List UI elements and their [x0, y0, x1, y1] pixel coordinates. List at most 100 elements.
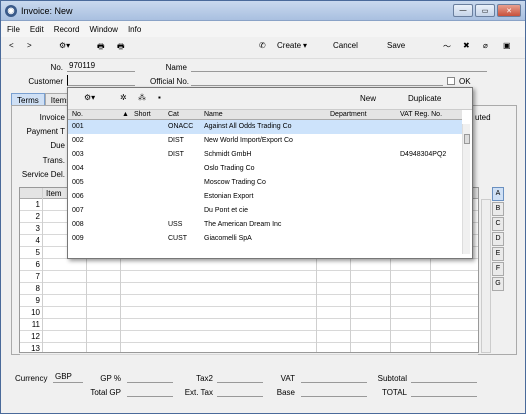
no-field[interactable]: 970119: [67, 61, 135, 72]
customer-no: 009: [72, 235, 84, 242]
grid-row-number: 12: [31, 332, 40, 341]
grid-row[interactable]: 12: [20, 331, 478, 343]
customer-list-item[interactable]: 009 CUST Giacomelli SpA: [68, 232, 462, 246]
signature-icon[interactable]: 〜: [443, 41, 451, 52]
grid-row-number: 6: [35, 260, 40, 269]
refresh-icon[interactable]: ✲: [120, 93, 127, 102]
dot-icon[interactable]: ▪: [158, 93, 161, 102]
customer-name: Giacomelli SpA: [204, 235, 252, 242]
customer-list-item[interactable]: 007 Du Pont et cie: [68, 204, 462, 218]
grid-row[interactable]: 6: [20, 259, 478, 271]
currency-field[interactable]: GBP: [53, 372, 83, 383]
minimize-button[interactable]: —: [453, 4, 473, 17]
create-button[interactable]: Create ▾: [277, 41, 307, 50]
grid-row[interactable]: 7: [20, 271, 478, 283]
customer-cat: DIST: [168, 151, 184, 158]
customer-list-item[interactable]: 001 ONACC Against All Odds Trading Co: [68, 120, 462, 134]
menu-window[interactable]: Window: [89, 25, 117, 34]
maximize-button[interactable]: ▭: [475, 4, 495, 17]
customer-list-item[interactable]: 002 DIST New World Import/Export Co: [68, 134, 462, 148]
col-department[interactable]: Department: [330, 111, 367, 118]
total-field[interactable]: [411, 386, 477, 397]
menu-info[interactable]: Info: [128, 25, 141, 34]
customer-name: The American Dream Inc: [204, 221, 282, 228]
phone-icon[interactable]: ✆: [259, 41, 266, 50]
grid-row[interactable]: 9: [20, 295, 478, 307]
grid-row-number: 1: [35, 200, 40, 209]
name-field[interactable]: [191, 61, 487, 72]
sort-arrow-icon: ▲: [122, 111, 129, 118]
attachment-icon[interactable]: ⌀: [483, 41, 488, 50]
window-icon[interactable]: ▣: [503, 41, 511, 50]
ok-label: OK: [459, 77, 471, 86]
customer-list-item[interactable]: 005 Moscow Trading Co: [68, 176, 462, 190]
tax2-field[interactable]: [217, 372, 263, 383]
side-tab-d[interactable]: D: [492, 232, 504, 246]
col-vat-reg[interactable]: VAT Reg. No.: [400, 111, 442, 118]
name-label: Name: [165, 63, 187, 72]
customer-list-item[interactable]: 008 USS The American Dream Inc: [68, 218, 462, 232]
window-title: Invoice: New: [21, 5, 73, 16]
ok-checkbox[interactable]: [447, 77, 455, 85]
col-short[interactable]: Short: [134, 111, 151, 118]
official-no-field[interactable]: [191, 75, 443, 86]
vat-label: VAT: [280, 374, 295, 383]
side-tab-a[interactable]: A: [492, 187, 504, 201]
vat-field[interactable]: [301, 372, 367, 383]
customer-field[interactable]: [67, 75, 135, 86]
customer-name: Against All Odds Trading Co: [204, 123, 292, 130]
col-no[interactable]: No.: [72, 111, 83, 118]
cancel-button[interactable]: Cancel: [333, 41, 358, 50]
customer-list-item[interactable]: 004 Oslo Trading Co: [68, 162, 462, 176]
grid-row[interactable]: 11: [20, 319, 478, 331]
side-tab-g[interactable]: G: [492, 277, 504, 291]
save-button[interactable]: Save: [387, 41, 405, 50]
no-label: No.: [50, 63, 63, 72]
side-tab-f[interactable]: F: [492, 262, 504, 276]
customer-list-item[interactable]: 006 Estonian Export: [68, 190, 462, 204]
expand-icon[interactable]: ✖: [463, 41, 470, 50]
grid-row[interactable]: 10: [20, 307, 478, 319]
grid-row-number: 2: [35, 212, 40, 221]
close-button[interactable]: ✕: [497, 4, 521, 17]
total-gp-field[interactable]: [127, 386, 173, 397]
grid-row[interactable]: 13: [20, 343, 478, 355]
menu-file[interactable]: File: [7, 25, 20, 34]
popup-scrollbar[interactable]: [462, 124, 470, 254]
menu-edit[interactable]: Edit: [30, 25, 44, 34]
grid-row[interactable]: 8: [20, 283, 478, 295]
side-tab-b[interactable]: B: [492, 202, 504, 216]
customer-no: 005: [72, 179, 84, 186]
hierarchy-icon[interactable]: ⁂: [138, 93, 146, 102]
popup-duplicate-button[interactable]: Duplicate: [408, 94, 441, 103]
invoice-label: Invoice: [39, 113, 65, 122]
customer-list-item[interactable]: 003 DIST Schmidt GmbH D4948304PQ2: [68, 148, 462, 162]
col-cat[interactable]: Cat: [168, 111, 179, 118]
customer-no: 001: [72, 123, 84, 130]
customer-name: Du Pont et cie: [204, 207, 248, 214]
side-tab-e[interactable]: E: [492, 247, 504, 261]
print-icon[interactable]: 🖶: [97, 41, 105, 55]
side-tab-c[interactable]: C: [492, 217, 504, 231]
customer-name: New World Import/Export Co: [204, 137, 293, 144]
popup-toolbar: ⚙▾ ✲ ⁂ ▪ New Duplicate: [68, 88, 472, 110]
popup-gear-icon[interactable]: ⚙▾: [84, 93, 95, 102]
gear-icon[interactable]: ⚙▾: [59, 41, 70, 50]
forward-arrow-icon[interactable]: >: [27, 41, 32, 50]
menu-record[interactable]: Record: [54, 25, 80, 34]
back-arrow-icon[interactable]: <: [9, 41, 14, 50]
col-name[interactable]: Name: [204, 111, 223, 118]
popup-new-button[interactable]: New: [360, 94, 376, 103]
popup-scroll-thumb[interactable]: [464, 134, 470, 144]
popup-list-header: No. ▲ Short Cat Name Department VAT Reg.…: [68, 110, 462, 120]
grid-row-number: 3: [35, 224, 40, 233]
customer-vat: D4948304PQ2: [400, 151, 447, 158]
ext-tax-field[interactable]: [217, 386, 263, 397]
gp-pct-field[interactable]: [127, 372, 173, 383]
side-tabs: ABCDEFG: [492, 187, 504, 291]
ext-tax-label: Ext. Tax: [184, 388, 213, 397]
print-preview-icon[interactable]: 🖶: [117, 41, 125, 55]
base-field[interactable]: [301, 386, 367, 397]
subtotal-field[interactable]: [411, 372, 477, 383]
grid-scrollbar[interactable]: [481, 199, 491, 353]
